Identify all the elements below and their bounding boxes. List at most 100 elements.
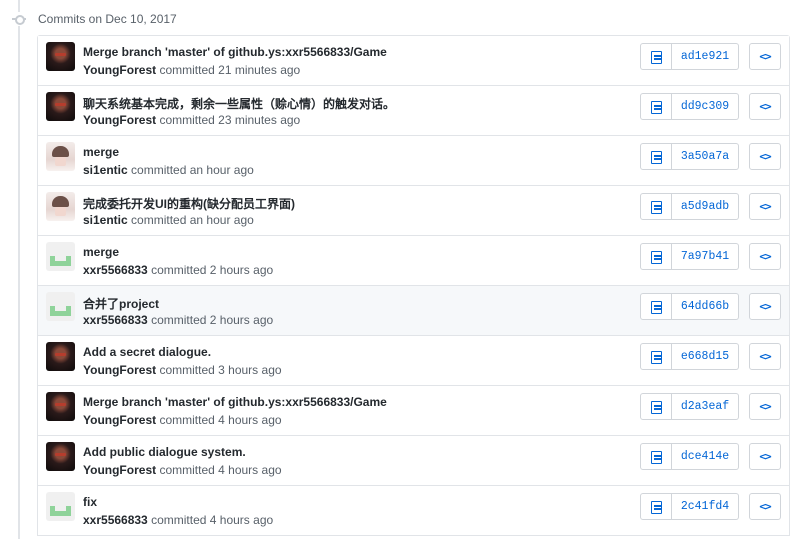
author-avatar[interactable] [46,342,75,371]
clipboard-icon [650,350,662,364]
commit-author-link[interactable]: xxr5566833 [83,263,148,277]
commit-verb: committed [159,413,215,427]
commit-meta: YoungForest committed 4 hours ago [83,463,282,477]
copy-sha-button[interactable] [640,93,672,120]
browse-repo-button[interactable]: <> [749,443,781,470]
code-icon: <> [759,200,771,213]
commit-time: 4 hours ago [209,513,274,527]
commit-sha-group: 3a50a7a [640,143,739,170]
commit-message-link[interactable]: 合并了project [83,295,159,312]
commit-author-link[interactable]: YoungForest [83,463,156,477]
commit-verb: committed [159,363,215,377]
commit-sha-button[interactable]: 2c41fd4 [672,493,739,520]
code-icon: <> [759,450,771,463]
copy-sha-button[interactable] [640,193,672,220]
commit-message-link[interactable]: 聊天系统基本完成，剩余一些属性（赊心情）的触发对话。 [83,95,395,112]
commit-meta: xxr5566833 committed 4 hours ago [83,513,273,527]
author-avatar[interactable] [46,92,75,121]
commit-author-link[interactable]: YoungForest [83,363,156,377]
author-avatar[interactable] [46,292,75,321]
author-avatar[interactable] [46,42,75,71]
code-icon: <> [759,500,771,513]
commit-sha-button[interactable]: ad1e921 [672,43,739,70]
commit-meta: si1entic committed an hour ago [83,213,254,227]
commit-message-link[interactable]: Merge branch 'master' of github.ys:xxr55… [83,395,387,409]
code-icon: <> [759,100,771,113]
browse-repo-button[interactable]: <> [749,43,781,70]
code-icon: <> [759,250,771,263]
commit-sha-button[interactable]: e668d15 [672,343,739,370]
commit-group-header: Commits on Dec 10, 2017 [12,11,177,27]
commit-row: Merge branch 'master' of github.ys:xxr55… [38,386,789,436]
commit-message-link[interactable]: Add a secret dialogue. [83,345,211,359]
commit-message-link[interactable]: Merge branch 'master' of github.ys:xxr55… [83,45,387,59]
commit-row: 聊天系统基本完成，剩余一些属性（赊心情）的触发对话。 YoungForest co… [38,86,789,136]
copy-sha-button[interactable] [640,293,672,320]
commit-author-link[interactable]: YoungForest [83,413,156,427]
commit-verb: committed [131,213,187,227]
code-icon: <> [759,350,771,363]
commit-author-link[interactable]: si1entic [83,163,128,177]
author-avatar[interactable] [46,492,75,521]
commit-sha-button[interactable]: dd9c309 [672,93,739,120]
commit-meta: xxr5566833 committed 2 hours ago [83,263,273,277]
browse-repo-button[interactable]: <> [749,143,781,170]
commit-time: 4 hours ago [218,463,282,477]
code-icon: <> [759,400,771,413]
browse-repo-button[interactable]: <> [749,343,781,370]
commit-row: fix xxr5566833 committed 4 hours ago 2c41f… [38,486,789,536]
author-avatar[interactable] [46,392,75,421]
git-commit-icon [12,12,26,26]
commit-row: Merge branch 'master' of github.ys:xxr55… [38,36,789,86]
commit-meta: YoungForest committed 21 minutes ago [83,63,300,77]
commit-author-link[interactable]: xxr5566833 [83,513,148,527]
commit-message-link[interactable]: merge [83,245,119,259]
commit-sha-group: 64dd66b [640,293,739,320]
copy-sha-button[interactable] [640,43,672,70]
author-avatar[interactable] [46,442,75,471]
copy-sha-button[interactable] [640,393,672,420]
commit-sha-button[interactable]: 64dd66b [672,293,739,320]
commit-time: 2 hours ago [209,263,274,277]
author-avatar[interactable] [46,242,75,271]
copy-sha-button[interactable] [640,243,672,270]
commit-sha-button[interactable]: d2a3eaf [672,393,739,420]
commit-message-link[interactable]: fix [83,495,97,509]
code-icon: <> [759,50,771,63]
commit-sha-group: 7a97b41 [640,243,739,270]
browse-repo-button[interactable]: <> [749,193,781,220]
commit-verb: committed [151,513,207,527]
browse-repo-button[interactable]: <> [749,493,781,520]
commit-author-link[interactable]: YoungForest [83,63,156,77]
commit-author-link[interactable]: xxr5566833 [83,313,148,327]
browse-repo-button[interactable]: <> [749,243,781,270]
commit-message-link[interactable]: merge [83,145,119,159]
browse-repo-button[interactable]: <> [749,393,781,420]
commit-time: 23 minutes ago [218,113,301,127]
commit-sha-button[interactable]: dce414e [672,443,739,470]
commit-verb: committed [151,313,207,327]
commit-sha-group: e668d15 [640,343,739,370]
commit-author-link[interactable]: YoungForest [83,113,156,127]
browse-repo-button[interactable]: <> [749,293,781,320]
copy-sha-button[interactable] [640,443,672,470]
clipboard-icon [650,400,662,414]
copy-sha-button[interactable] [640,493,672,520]
copy-sha-button[interactable] [640,143,672,170]
commit-sha-button[interactable]: 7a97b41 [672,243,739,270]
clipboard-icon [650,450,662,464]
commit-message-link[interactable]: 完成委托开发UI的重构(缺分配员工界面) [83,195,295,212]
commit-message-link[interactable]: Add public dialogue system. [83,445,246,459]
commit-author-link[interactable]: si1entic [83,213,128,227]
commit-sha-group: ad1e921 [640,43,739,70]
browse-repo-button[interactable]: <> [749,93,781,120]
commit-list: Merge branch 'master' of github.ys:xxr55… [37,35,790,536]
author-avatar[interactable] [46,142,75,171]
commit-time: 21 minutes ago [218,63,301,77]
commit-sha-button[interactable]: a5d9adb [672,193,739,220]
commit-time: an hour ago [189,213,254,227]
author-avatar[interactable] [46,192,75,221]
commit-row: 合并了project xxr5566833 committed 2 hours a… [38,286,789,336]
commit-sha-button[interactable]: 3a50a7a [672,143,739,170]
copy-sha-button[interactable] [640,343,672,370]
